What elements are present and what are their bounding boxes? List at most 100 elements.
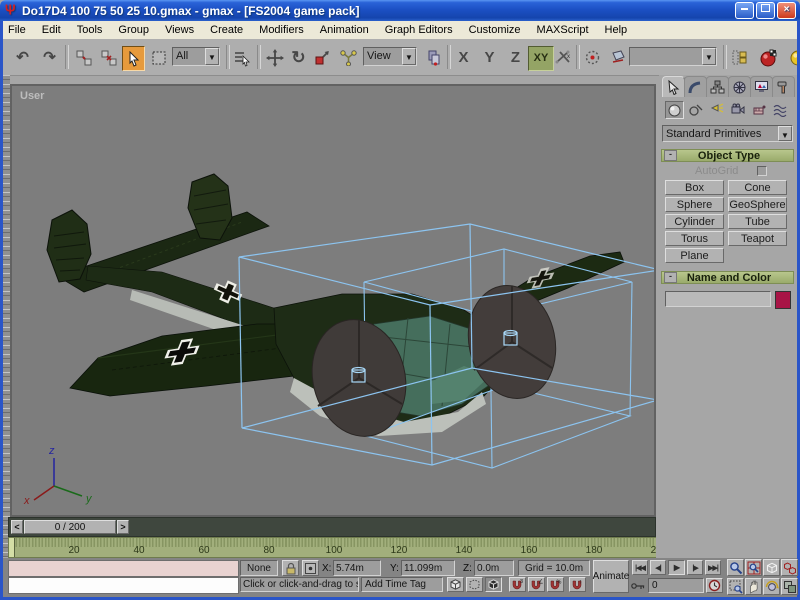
create-geosphere-button[interactable]: GeoSphere bbox=[728, 197, 787, 212]
arc-rotate-button[interactable] bbox=[763, 578, 780, 595]
cameras-category-button[interactable] bbox=[728, 101, 747, 119]
create-teapot-button[interactable]: Teapot bbox=[728, 231, 787, 246]
restrict-x-button[interactable]: X bbox=[452, 46, 475, 69]
select-and-rotate-button[interactable]: ↻ bbox=[287, 46, 310, 69]
create-cylinder-button[interactable]: Cylinder bbox=[665, 214, 724, 229]
helpers-category-button[interactable] bbox=[749, 101, 768, 119]
play-button[interactable]: ▶ bbox=[668, 560, 685, 575]
selection-lock-button[interactable] bbox=[282, 560, 299, 576]
tab-modify[interactable] bbox=[684, 76, 707, 97]
coordinate-system-dropdown[interactable]: View▼ bbox=[363, 47, 417, 66]
degradation-override-button[interactable] bbox=[466, 577, 483, 592]
time-slider-handle[interactable]: 0 / 200 bbox=[24, 520, 116, 534]
track-bar[interactable]: 20 40 60 80 100 120 140 160 180 200 bbox=[8, 537, 658, 558]
snap-3d-button[interactable]: 3 bbox=[509, 577, 526, 592]
track-bar-frame-marker[interactable] bbox=[9, 538, 15, 557]
pan-button[interactable] bbox=[745, 578, 762, 595]
create-torus-button[interactable]: Torus bbox=[665, 231, 724, 246]
object-color-swatch[interactable] bbox=[775, 291, 791, 309]
time-configuration-button[interactable] bbox=[706, 578, 723, 593]
create-tube-button[interactable]: Tube bbox=[728, 214, 787, 229]
window-crossing-button[interactable] bbox=[447, 577, 464, 592]
minimize-button[interactable] bbox=[735, 2, 754, 19]
menu-file[interactable]: File bbox=[0, 24, 34, 36]
minmax-toggle-button[interactable] bbox=[781, 578, 798, 595]
create-cone-button[interactable]: Cone bbox=[728, 180, 787, 195]
tab-create[interactable] bbox=[662, 76, 685, 97]
close-button[interactable]: × bbox=[777, 2, 796, 19]
create-sphere-button[interactable]: Sphere bbox=[665, 197, 724, 212]
restrict-z-button[interactable]: Z bbox=[504, 46, 527, 69]
previous-frame-button[interactable]: ◀| bbox=[650, 560, 666, 575]
rectangular-selection-button[interactable] bbox=[147, 46, 170, 69]
tab-hierarchy[interactable] bbox=[706, 76, 729, 97]
transform-gizmo-button[interactable] bbox=[485, 577, 502, 592]
time-slider-track[interactable]: < 0 / 200 > bbox=[8, 517, 656, 537]
select-by-name-button[interactable] bbox=[230, 46, 253, 69]
add-time-tag[interactable]: Add Time Tag bbox=[361, 577, 443, 592]
macro-recorder-pane[interactable] bbox=[8, 560, 239, 577]
menu-help[interactable]: Help bbox=[597, 24, 636, 36]
autogrid-checkbox[interactable] bbox=[757, 166, 767, 176]
region-zoom-button[interactable] bbox=[727, 578, 744, 595]
zoom-button[interactable] bbox=[727, 559, 744, 576]
maximize-button[interactable] bbox=[756, 2, 775, 19]
mirror-button[interactable] bbox=[606, 46, 629, 69]
menu-modifiers[interactable]: Modifiers bbox=[251, 24, 312, 36]
select-and-link-button[interactable] bbox=[72, 46, 95, 69]
menu-animation[interactable]: Animation bbox=[312, 24, 377, 36]
zoom-all-button[interactable] bbox=[745, 559, 762, 576]
menu-customize[interactable]: Customize bbox=[461, 24, 529, 36]
redo-button[interactable]: ↷ bbox=[38, 46, 61, 69]
tab-utilities[interactable] bbox=[772, 76, 795, 97]
material-editor-button[interactable] bbox=[757, 46, 780, 69]
maxscript-listener-pane[interactable] bbox=[8, 577, 239, 594]
tab-display[interactable] bbox=[750, 76, 773, 97]
go-to-end-button[interactable]: ▶▶| bbox=[705, 560, 721, 575]
snaps-toggle-button[interactable] bbox=[581, 46, 604, 69]
percent-snap-button[interactable]: % bbox=[547, 577, 564, 592]
go-to-start-button[interactable]: |◀◀ bbox=[632, 560, 648, 575]
primitive-category-dropdown[interactable]: Standard Primitives ▼ bbox=[662, 125, 793, 142]
select-and-move-button[interactable] bbox=[263, 46, 286, 69]
title-bar[interactable]: Ψ Do17D4 100 75 50 25 10.gmax - gmax - [… bbox=[0, 0, 800, 21]
named-selection-dropdown[interactable]: ▼ bbox=[629, 47, 717, 66]
spacewarps-category-button[interactable] bbox=[770, 101, 789, 119]
name-color-rollout-header[interactable]: - Name and Color bbox=[661, 271, 794, 284]
menu-edit[interactable]: Edit bbox=[34, 24, 69, 36]
menu-graph-editors[interactable]: Graph Editors bbox=[377, 24, 461, 36]
y-coordinate-field[interactable]: 11.099m bbox=[401, 560, 455, 576]
unlink-selection-button[interactable] bbox=[97, 46, 120, 69]
selection-filter-dropdown[interactable]: All▼ bbox=[172, 47, 220, 66]
select-and-scale-button[interactable] bbox=[310, 46, 333, 69]
geometry-category-button[interactable] bbox=[665, 101, 684, 119]
zoom-extents-button[interactable] bbox=[763, 559, 780, 576]
object-type-rollout-header[interactable]: - Object Type bbox=[661, 149, 794, 162]
z-coordinate-field[interactable]: 0.0m bbox=[474, 560, 514, 576]
menu-group[interactable]: Group bbox=[110, 24, 157, 36]
next-frame-button[interactable]: |▶ bbox=[687, 560, 703, 575]
restrict-y-button[interactable]: Y bbox=[478, 46, 501, 69]
tab-motion[interactable] bbox=[728, 76, 751, 97]
menu-tools[interactable]: Tools bbox=[69, 24, 111, 36]
set-key-button[interactable] bbox=[630, 578, 646, 593]
undo-button[interactable]: ↶ bbox=[11, 46, 34, 69]
restrict-xy-plane-button[interactable]: XY bbox=[528, 46, 554, 71]
time-slider-next-button[interactable]: > bbox=[117, 520, 129, 534]
create-box-button[interactable]: Box bbox=[665, 180, 724, 195]
create-plane-button[interactable]: Plane bbox=[665, 248, 724, 263]
absolute-offset-button[interactable] bbox=[302, 560, 319, 576]
use-pivot-center-button[interactable] bbox=[422, 46, 445, 69]
zoom-extents-all-button[interactable] bbox=[781, 559, 798, 576]
object-name-field[interactable] bbox=[665, 291, 771, 307]
menu-create[interactable]: Create bbox=[202, 24, 251, 36]
animate-button[interactable]: Animate bbox=[593, 560, 629, 593]
select-object-button[interactable] bbox=[122, 46, 145, 71]
shapes-category-button[interactable] bbox=[686, 101, 705, 119]
menu-views[interactable]: Views bbox=[157, 24, 202, 36]
lights-category-button[interactable] bbox=[707, 101, 726, 119]
ik-toggle-button[interactable]: x bbox=[552, 46, 575, 69]
user-viewport[interactable]: User bbox=[10, 84, 656, 517]
selection-set-field[interactable]: None bbox=[240, 560, 278, 576]
angle-snap-button[interactable]: ∠ bbox=[528, 577, 545, 592]
